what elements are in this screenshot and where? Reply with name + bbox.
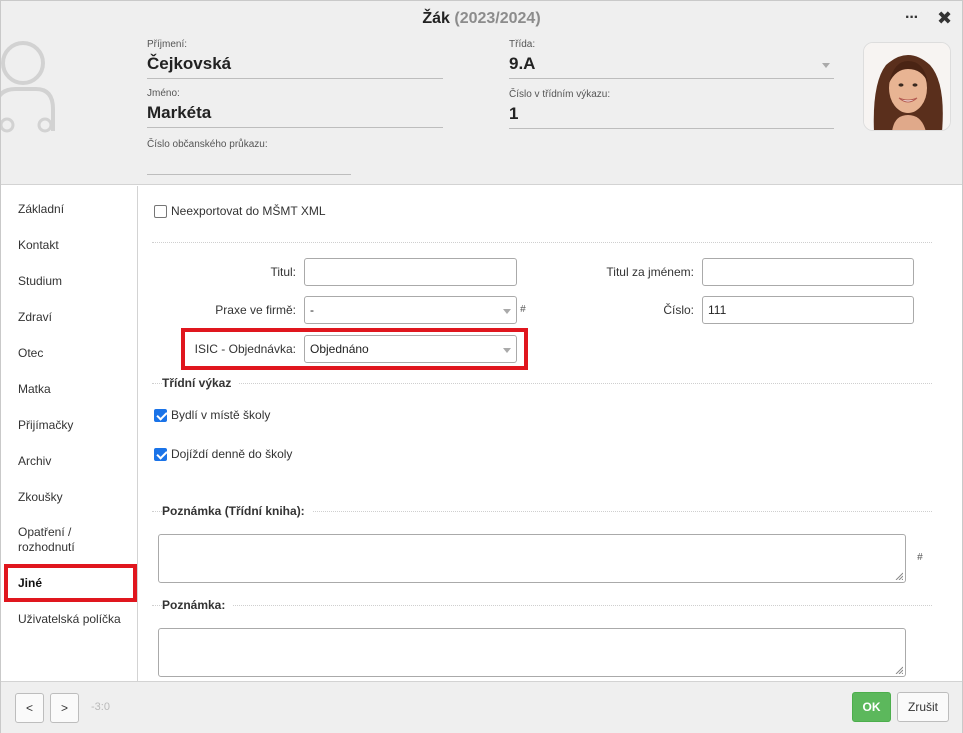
lives-in-town-checkbox-box[interactable] (154, 408, 167, 422)
note-class-book-textarea[interactable] (158, 534, 906, 583)
surname-field[interactable]: Příjmení: Čejkovská (147, 39, 443, 79)
idcard-value[interactable] (147, 154, 351, 172)
resize-grip-icon[interactable] (895, 572, 903, 580)
sidebar-item-zdravi[interactable]: Zdraví (18, 310, 52, 325)
sidebar-item-zakladni[interactable]: Základní (18, 202, 64, 217)
register-number-value[interactable]: 1 (509, 104, 834, 126)
title-text: Žák (422, 10, 450, 27)
no-export-checkbox-box[interactable] (154, 204, 167, 218)
idcard-field[interactable]: Číslo občanského průkazu: (147, 139, 351, 175)
student-dialog: Žák (2023/2024) ··· ✖ Příjmení: Čejkovsk… (0, 0, 963, 733)
class-register-title: Třídní výkaz (162, 376, 240, 390)
cancel-button[interactable]: Zrušit (897, 692, 949, 722)
prev-button[interactable]: < (15, 693, 44, 723)
note-title: Poznámka: (162, 598, 234, 612)
register-number-underline (509, 128, 834, 129)
sidebar: Základní Kontakt Studium Zdraví Otec Mat… (1, 186, 138, 681)
class-underline (509, 78, 834, 79)
sidebar-item-studium[interactable]: Studium (18, 274, 62, 289)
chevron-down-icon[interactable] (822, 63, 830, 68)
more-icon[interactable]: ··· (905, 10, 919, 26)
resize-grip-icon[interactable] (895, 666, 903, 674)
commutes-checkbox[interactable]: Dojíždí denně do školy (154, 447, 292, 461)
isic-select[interactable]: Objednáno (304, 335, 517, 363)
lives-in-town-checkbox[interactable]: Bydlí v místě školy (154, 408, 270, 422)
class-label: Třída: (509, 39, 536, 50)
praxe-label: Praxe ve firmě: (215, 303, 296, 317)
firstname-field[interactable]: Jméno: Markéta (147, 88, 443, 128)
class-value[interactable]: 9.A (509, 54, 834, 76)
school-year: (2023/2024) (454, 10, 541, 27)
commutes-checkbox-box[interactable] (154, 447, 167, 461)
student-photo[interactable] (863, 42, 951, 131)
idcard-label: Číslo občanského průkazu: (147, 139, 268, 150)
surname-value[interactable]: Čejkovská (147, 54, 443, 76)
user-placeholder-icon (1, 41, 55, 133)
next-button[interactable]: > (50, 693, 79, 723)
chevron-down-icon[interactable] (503, 309, 511, 314)
sidebar-item-uzivatelska-policka[interactable]: Uživatelská políčka (18, 612, 121, 627)
no-export-label: Neexportovat do MŠMT XML (171, 204, 326, 218)
titul-input[interactable] (304, 258, 517, 286)
idcard-underline (147, 174, 351, 175)
student-photo-image (864, 43, 950, 130)
register-number-label: Číslo v třídním výkazu: (509, 89, 611, 100)
divider-top (152, 242, 932, 243)
dialog-header: Žák (2023/2024) ··· ✖ Příjmení: Čejkovsk… (1, 1, 962, 185)
commutes-label: Dojíždí denně do školy (171, 447, 293, 461)
dialog-title: Žák (2023/2024) (1, 10, 962, 28)
surname-underline (147, 78, 443, 79)
no-export-checkbox[interactable]: Neexportovat do MŠMT XML (154, 204, 326, 218)
note-class-book-title: Poznámka (Třídní kniha): (162, 504, 313, 518)
note-textarea[interactable] (158, 628, 906, 677)
surname-label: Příjmení: (147, 39, 188, 50)
praxe-select[interactable]: - (304, 296, 517, 324)
titul-after-label: Titul za jménem: (606, 265, 694, 279)
dialog-footer: < > -3:0 OK Zrušit (1, 681, 962, 733)
divider-class-register (152, 383, 932, 384)
version-label: -3:0 (91, 701, 110, 713)
sidebar-item-otec[interactable]: Otec (18, 346, 43, 361)
titul-label: Titul: (270, 265, 296, 279)
hash-icon[interactable]: # (520, 304, 526, 315)
sidebar-item-zkousky[interactable]: Zkoušky (18, 490, 63, 505)
firstname-value[interactable]: Markéta (147, 103, 443, 125)
chevron-down-icon[interactable] (503, 348, 511, 353)
class-field[interactable]: Třída: 9.A (509, 39, 834, 79)
isic-label: ISIC - Objednávka: (194, 342, 296, 356)
sidebar-item-archiv[interactable]: Archiv (18, 454, 51, 469)
divider-note (152, 605, 932, 606)
sidebar-item-opatreni-line2[interactable]: rozhodnutí (18, 540, 75, 555)
firstname-underline (147, 127, 443, 128)
isic-value: Objednáno (310, 342, 369, 356)
cislo-input[interactable]: 111 (702, 296, 914, 324)
lives-in-town-label: Bydlí v místě školy (171, 408, 271, 422)
register-number-field[interactable]: Číslo v třídním výkazu: 1 (509, 89, 834, 129)
main-content: Neexportovat do MŠMT XML Titul: Titul za… (138, 186, 962, 681)
cislo-label: Číslo: (663, 303, 694, 317)
titul-after-input[interactable] (702, 258, 914, 286)
sidebar-item-kontakt[interactable]: Kontakt (18, 238, 59, 253)
sidebar-item-opatreni-line1[interactable]: Opatření / (18, 525, 71, 540)
praxe-value: - (310, 303, 314, 317)
hash-icon[interactable]: # (917, 552, 923, 563)
sidebar-item-matka[interactable]: Matka (18, 382, 51, 397)
sidebar-item-jine[interactable]: Jiné (18, 576, 42, 591)
firstname-label: Jméno: (147, 88, 180, 99)
ok-button[interactable]: OK (852, 692, 891, 722)
close-icon[interactable]: ✖ (937, 9, 952, 27)
sidebar-item-prijimacky[interactable]: Přijímačky (18, 418, 73, 433)
